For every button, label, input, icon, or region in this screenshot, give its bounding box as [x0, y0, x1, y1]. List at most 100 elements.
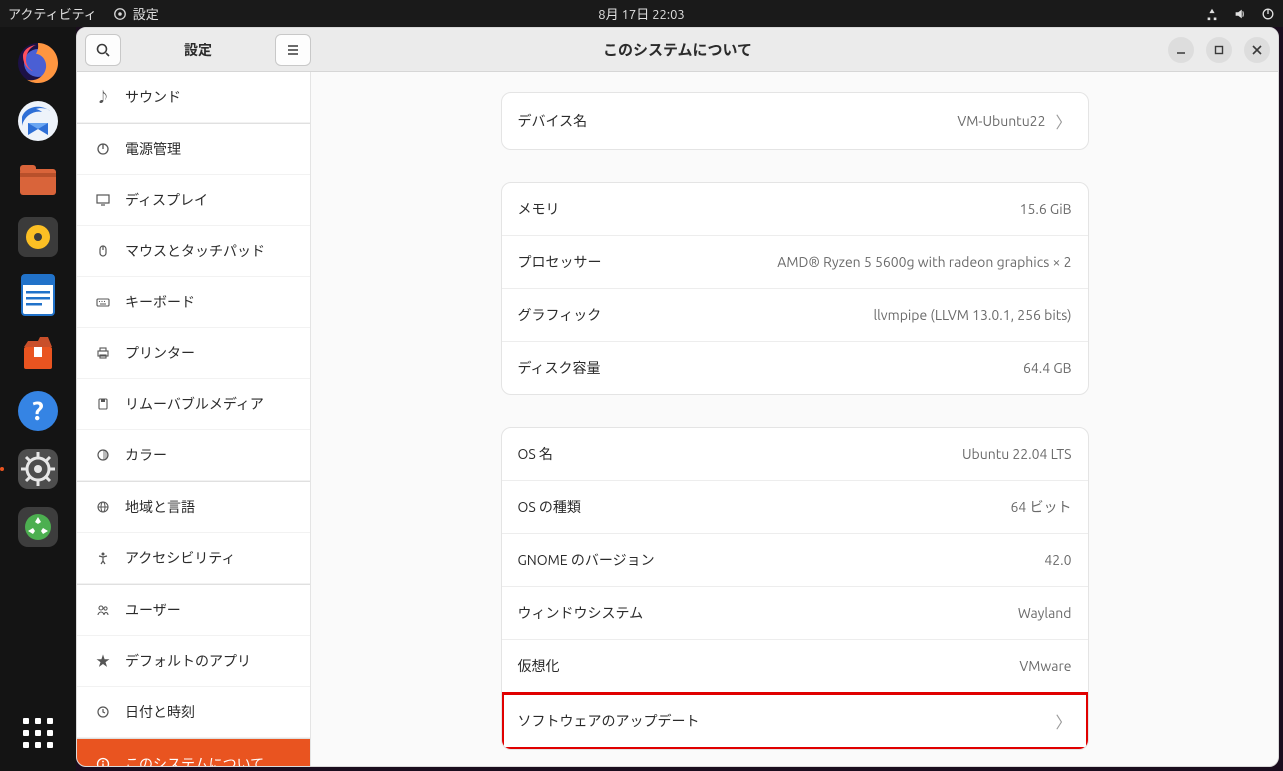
gnome-version-row: GNOME のバージョン 42.0 [502, 534, 1088, 587]
top-panel: アクティビティ 設定 8月 17日 22:03 [0, 0, 1283, 27]
sidebar-item-label: リムーバブルメディア [125, 394, 264, 414]
row-label: プロセッサー [518, 252, 602, 272]
row-value: llvmpipe (LLVM 13.0.1, 256 bits) [873, 307, 1071, 323]
row-value: AMD® Ryzen 5 5600g with radeon graphics … [777, 254, 1071, 270]
clock[interactable]: 8月 17日 22:03 [598, 4, 684, 23]
chevron-right-icon: 〉 [1055, 109, 1071, 133]
sidebar-item-label: ユーザー [125, 600, 181, 620]
dock-settings[interactable] [12, 443, 64, 495]
hardware-card: メモリ 15.6 GiB プロセッサー AMD® Ryzen 5 5600g w… [501, 182, 1089, 395]
info-icon [95, 756, 111, 766]
sidebar-item-displays[interactable]: ディスプレイ [77, 175, 310, 226]
show-apps-button[interactable] [12, 707, 64, 759]
display-icon [95, 192, 111, 208]
globe-icon [95, 499, 111, 515]
top-app-indicator[interactable]: 設定 [113, 4, 159, 23]
activities-button[interactable]: アクティビティ [8, 4, 97, 23]
sidebar-item-removable-media[interactable]: リムーバブルメディア [77, 379, 310, 430]
row-label: OS 名 [518, 444, 553, 464]
row-label: ディスク容量 [518, 358, 601, 378]
row-label: メモリ [518, 199, 560, 219]
row-label: GNOME のバージョン [518, 550, 655, 570]
maximize-button[interactable] [1206, 37, 1232, 63]
row-label: 仮想化 [518, 656, 560, 676]
row-label: ソフトウェアのアップデート [518, 711, 700, 731]
sidebar-item-keyboard[interactable]: キーボード [77, 277, 310, 328]
network-icon[interactable] [1205, 7, 1219, 21]
dock-libreoffice-writer[interactable] [12, 269, 64, 321]
users-icon [95, 602, 111, 618]
processor-row: プロセッサー AMD® Ryzen 5 5600g with radeon gr… [502, 236, 1088, 289]
sidebar-item-label: 地域と言語 [125, 497, 195, 517]
dock-rhythmbox[interactable] [12, 211, 64, 263]
row-label: デバイス名 [518, 111, 588, 131]
sidebar-item-label: 電源管理 [125, 139, 181, 159]
mouse-icon [95, 243, 111, 259]
dock-thunderbird[interactable] [12, 95, 64, 147]
sidebar-item-color[interactable]: カラー [77, 430, 310, 481]
os-type-row: OS の種類 64 ビット [502, 481, 1088, 534]
sidebar-item-label: カラー [125, 445, 167, 465]
hamburger-button[interactable] [275, 34, 311, 66]
close-button[interactable] [1244, 37, 1270, 63]
sidebar-item-power[interactable]: 電源管理 [77, 123, 310, 175]
os-card: OS 名 Ubuntu 22.04 LTS OS の種類 64 ビット GNOM… [501, 427, 1089, 750]
device-name-card: デバイス名 VM-Ubuntu22 〉 [501, 92, 1089, 150]
row-value: VMware [1019, 658, 1071, 674]
svg-text:?: ? [32, 396, 43, 425]
sidebar-item-printers[interactable]: プリンター [77, 328, 310, 379]
printer-icon [95, 345, 111, 361]
row-value: Wayland [1018, 605, 1072, 621]
row-value: VM-Ubuntu22 [957, 113, 1045, 129]
volume-icon[interactable] [1233, 7, 1247, 21]
top-app-name: 設定 [133, 4, 159, 23]
color-icon [95, 447, 111, 463]
memory-row: メモリ 15.6 GiB [502, 183, 1088, 236]
sidebar-item-mouse[interactable]: マウスとタッチパッド [77, 226, 310, 277]
sidebar-item-label: デフォルトのアプリ [125, 651, 251, 671]
row-value: 15.6 GiB [1020, 201, 1072, 217]
row-value: 64 ビット [1011, 497, 1072, 517]
sidebar-item-datetime[interactable]: 日付と時刻 [77, 687, 310, 738]
sidebar-item-default-apps[interactable]: ★ デフォルトのアプリ [77, 636, 310, 687]
media-icon [95, 396, 111, 412]
sidebar-item-about[interactable]: このシステムについて [77, 738, 310, 766]
row-value: Ubuntu 22.04 LTS [962, 446, 1072, 462]
sidebar-item-region[interactable]: 地域と言語 [77, 481, 310, 533]
dock-help[interactable]: ? [12, 385, 64, 437]
star-icon: ★ [95, 653, 111, 669]
main-panel: デバイス名 VM-Ubuntu22 〉 メモリ 15.6 GiB プロセッサー A… [311, 72, 1278, 766]
sidebar-item-label: マウスとタッチパッド [125, 241, 265, 261]
gear-icon [113, 7, 127, 21]
power-icon[interactable] [1261, 7, 1275, 21]
sidebar: ♪ サウンド 電源管理 ディスプレイ マウスとタッチパッド キーボード プリンター… [77, 72, 311, 766]
sidebar-item-label: サウンド [125, 87, 181, 107]
sound-icon: ♪ [95, 89, 111, 105]
sidebar-title: 設定 [129, 40, 267, 60]
sidebar-item-label: キーボード [125, 292, 195, 312]
sidebar-item-accessibility[interactable]: アクセシビリティ [77, 533, 310, 584]
device-name-row[interactable]: デバイス名 VM-Ubuntu22 〉 [502, 93, 1088, 149]
minimize-button[interactable] [1168, 37, 1194, 63]
clock-icon [95, 704, 111, 720]
page-title: このシステムについて [603, 39, 752, 60]
chevron-right-icon: 〉 [1055, 709, 1071, 733]
sidebar-item-users[interactable]: ユーザー [77, 584, 310, 636]
dock-trash[interactable] [12, 501, 64, 553]
sidebar-item-label: ディスプレイ [125, 190, 208, 210]
search-button[interactable] [85, 34, 121, 66]
sidebar-item-label: プリンター [125, 343, 195, 363]
sidebar-item-sound[interactable]: ♪ サウンド [77, 72, 310, 123]
dock-firefox[interactable] [12, 37, 64, 89]
accessibility-icon [95, 550, 111, 566]
power-mgmt-icon [95, 141, 111, 157]
software-updates-row[interactable]: ソフトウェアのアップデート 〉 [502, 693, 1088, 749]
disk-row: ディスク容量 64.4 GB [502, 342, 1088, 394]
dock: ? [0, 27, 76, 771]
keyboard-icon [95, 294, 111, 310]
sidebar-item-label: アクセシビリティ [125, 548, 235, 568]
dock-software[interactable] [12, 327, 64, 379]
sidebar-item-label: このシステムについて [125, 754, 264, 766]
dock-files[interactable] [12, 153, 64, 205]
row-label: ウィンドウシステム [518, 603, 644, 623]
